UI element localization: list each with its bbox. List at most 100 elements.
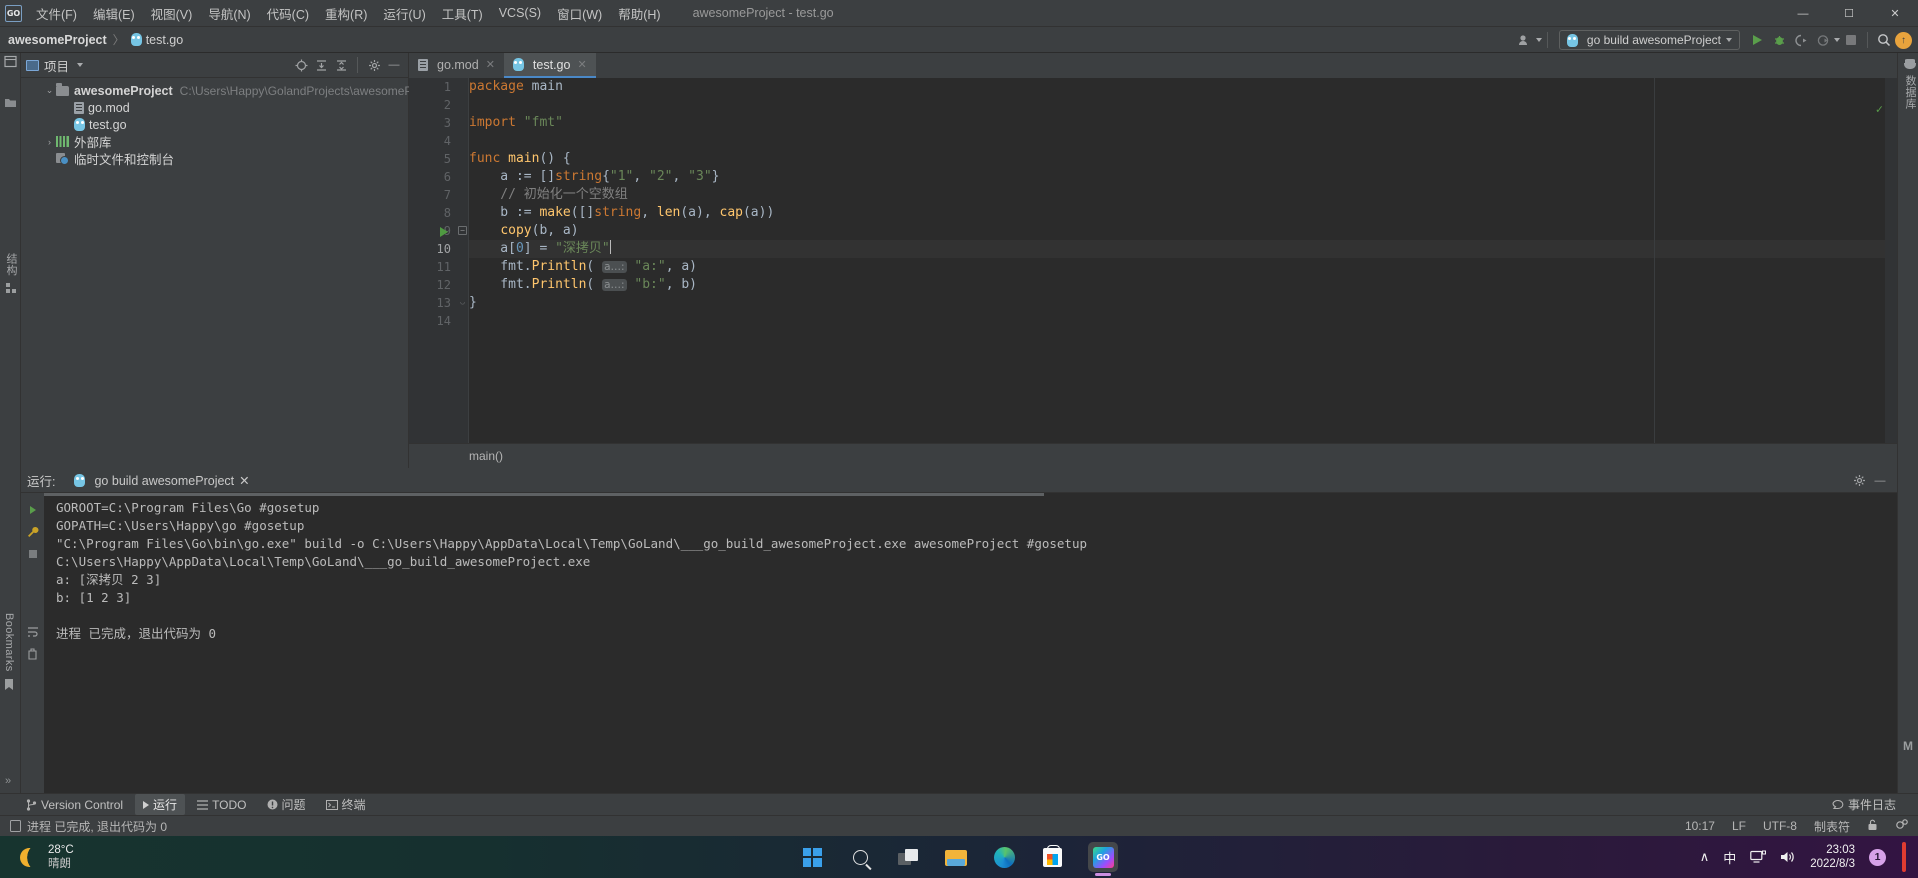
code-line[interactable]	[469, 96, 1897, 114]
menu-vcs[interactable]: VCS(S)	[491, 2, 549, 24]
breadcrumb-function[interactable]: main()	[469, 449, 503, 463]
line-number[interactable]: 4	[409, 132, 457, 150]
close-icon[interactable]: ✕	[577, 58, 586, 71]
tab-test-go[interactable]: test.go ✕	[503, 53, 596, 78]
menu-edit[interactable]: 编辑(E)	[85, 0, 143, 27]
run-gutter-icon[interactable]	[440, 227, 448, 237]
maximize-button[interactable]: ☐	[1826, 0, 1872, 27]
edge-browser-button[interactable]	[992, 845, 1016, 869]
code-line[interactable]: fmt.Println( a…: "b:", b)	[469, 276, 1897, 294]
tray-expand-chevron-up-icon[interactable]: ∧	[1700, 849, 1710, 865]
code-line[interactable]: // 初始化一个空数组	[469, 186, 1897, 204]
line-number[interactable]: 9	[409, 222, 457, 240]
menu-view[interactable]: 视图(V)	[143, 0, 201, 27]
microsoft-store-button[interactable]	[1040, 845, 1064, 869]
tree-node-awesomeproject[interactable]: ⌄ awesomeProject C:\Users\Happy\GolandPr…	[21, 82, 442, 99]
toolwindow-todo[interactable]: TODO	[189, 796, 254, 814]
lock-icon[interactable]	[1867, 819, 1878, 834]
code-folding-column[interactable]	[457, 78, 469, 468]
ime-indicator[interactable]: 中	[1723, 848, 1736, 867]
code-line[interactable]: package main	[469, 78, 1897, 96]
user-avatar-icon[interactable]	[1514, 29, 1536, 51]
close-icon[interactable]: ✕	[239, 473, 249, 488]
locate-icon[interactable]	[292, 56, 310, 74]
code-line[interactable]: a[0] = "深拷贝"	[469, 240, 1897, 258]
chevron-down-icon[interactable]: ⌄	[43, 85, 56, 96]
run-with-coverage-icon[interactable]	[1790, 29, 1812, 51]
update-available-icon[interactable]: ↑	[1895, 31, 1912, 49]
hide-panel-icon[interactable]: —	[1871, 472, 1889, 490]
code-line[interactable]: func main() {	[469, 150, 1897, 168]
stripe-item-make[interactable]: M	[1903, 739, 1913, 753]
code-line[interactable]: a := []string{"1", "2", "3"}	[469, 168, 1897, 186]
run-configuration-selector[interactable]: go build awesomeProject	[1558, 30, 1740, 50]
volume-icon[interactable]	[1780, 850, 1796, 864]
task-view-button[interactable]	[896, 845, 920, 869]
chevron-right-icon[interactable]: ›	[43, 137, 56, 147]
taskbar-clock[interactable]: 23:03 2022/8/3	[1810, 843, 1855, 871]
line-number[interactable]: 10	[409, 240, 457, 258]
line-number[interactable]: 14	[409, 312, 457, 330]
tab-go-mod[interactable]: go.mod ✕	[409, 53, 504, 78]
rerun-icon[interactable]	[21, 499, 44, 521]
stripe-item-structure[interactable]: 结构	[3, 253, 19, 294]
stripe-item-bookmarks[interactable]: Bookmarks	[3, 613, 15, 691]
line-number[interactable]: 6	[409, 168, 457, 186]
stop-icon[interactable]	[21, 543, 44, 565]
line-number[interactable]: 8	[409, 204, 457, 222]
line-number[interactable]: 13	[409, 294, 457, 312]
notification-badge[interactable]: 1	[1869, 848, 1886, 866]
menu-file[interactable]: 文件(F)	[28, 0, 85, 27]
line-number-gutter[interactable]: 1 2 3 4 5 6 7 8 9 10 11 12 13 14	[409, 78, 457, 468]
console-output[interactable]: GOROOT=C:\Program Files\Go #gosetup GOPAT…	[44, 493, 1897, 793]
gear-icon[interactable]	[1895, 818, 1908, 834]
inspection-status-icon[interactable]: ✓	[1876, 100, 1883, 118]
line-number[interactable]: 3	[409, 114, 457, 132]
profile-icon[interactable]	[1812, 29, 1834, 51]
soft-wrap-icon[interactable]	[21, 621, 44, 643]
toolwindow-run[interactable]: 运行	[135, 794, 186, 815]
breadcrumb-file[interactable]: test.go	[146, 33, 184, 47]
cursor-position[interactable]: 10:17	[1685, 819, 1715, 833]
goland-taskbar-button[interactable]: GO	[1088, 842, 1118, 872]
search-everywhere-icon[interactable]	[1873, 29, 1895, 51]
debug-icon[interactable]	[1768, 29, 1790, 51]
tree-node-testgo[interactable]: test.go	[21, 116, 408, 133]
tree-node-scratches[interactable]: 临时文件和控制台	[21, 150, 408, 167]
line-number[interactable]: 2	[409, 96, 457, 114]
menu-code[interactable]: 代码(C)	[259, 0, 317, 27]
code-line[interactable]	[469, 312, 1897, 330]
gear-icon[interactable]	[365, 56, 383, 74]
menu-navigate[interactable]: 导航(N)	[200, 0, 258, 27]
edge-sidebar-handle[interactable]	[1902, 842, 1906, 872]
code-line[interactable]: fmt.Println( a…: "a:", a)	[469, 258, 1897, 276]
toolwindow-terminal[interactable]: 终端	[318, 794, 374, 815]
toolwindow-event-log[interactable]: 事件日志	[1824, 794, 1904, 815]
network-icon[interactable]	[1750, 850, 1767, 864]
stripe-item-project[interactable]	[3, 55, 18, 93]
project-scope-chevron-down-icon[interactable]	[77, 63, 84, 67]
taskbar-weather-widget[interactable]: 28°C 晴朗	[20, 843, 74, 871]
line-number[interactable]: 1	[409, 78, 457, 96]
error-stripe-markers[interactable]	[1885, 78, 1897, 468]
code-editor[interactable]: 1 2 3 4 5 6 7 8 9 10 11 12 13 14 − ◡ package main imp…	[409, 78, 1897, 468]
stripe-item-database[interactable]: 数据库	[1902, 59, 1918, 109]
run-config-chevron-down-icon[interactable]	[1726, 38, 1732, 42]
line-number[interactable]: 7	[409, 186, 457, 204]
start-button[interactable]	[800, 845, 824, 869]
menu-help[interactable]: 帮助(H)	[610, 0, 668, 27]
menu-window[interactable]: 窗口(W)	[549, 0, 610, 27]
settings-wrench-icon[interactable]	[21, 521, 44, 543]
expand-all-icon[interactable]	[312, 56, 330, 74]
breadcrumb-project[interactable]: awesomeProject	[8, 33, 107, 47]
stop-icon[interactable]	[1840, 29, 1862, 51]
close-button[interactable]: ✕	[1872, 0, 1918, 27]
search-button[interactable]	[848, 845, 872, 869]
goland-app-icon[interactable]: GO	[5, 4, 22, 22]
indent-setting[interactable]: 制表符	[1814, 818, 1850, 835]
code-line[interactable]	[469, 132, 1897, 150]
line-number[interactable]: 12	[409, 276, 457, 294]
stripe-item-structure-top[interactable]	[4, 97, 17, 111]
run-window-tab[interactable]: go build awesomeProject ✕	[69, 471, 254, 490]
fold-collapse-icon[interactable]: −	[458, 226, 467, 235]
